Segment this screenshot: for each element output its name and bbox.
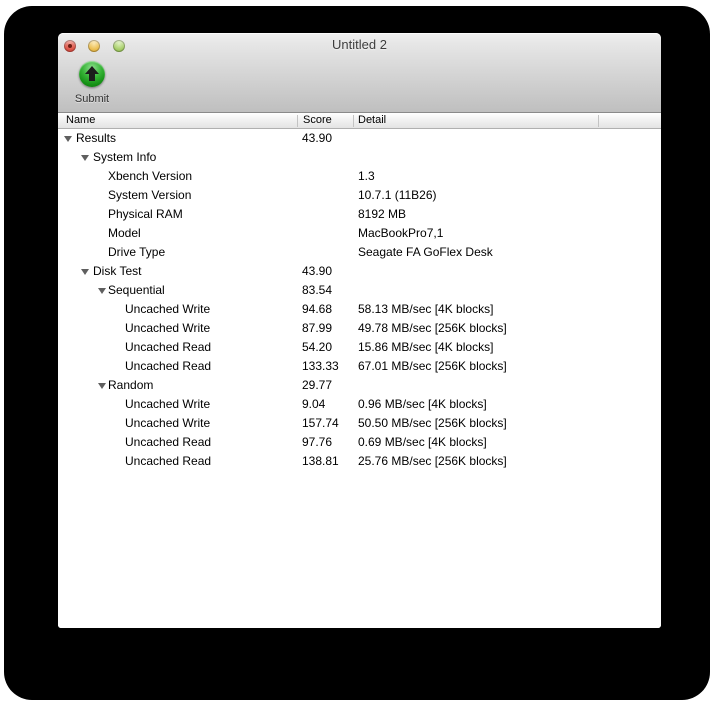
table-row[interactable]: Drive Type Seagate FA GoFlex Desk <box>58 243 661 262</box>
table-row[interactable]: Sequential 83.54 <box>58 281 661 300</box>
table-row[interactable]: System Version 10.7.1 (11B26) <box>58 186 661 205</box>
screenshot-canvas: Untitled 2 Submit Name Score Detail Resu… <box>0 0 718 708</box>
row-name: System Info <box>93 150 157 164</box>
column-divider[interactable] <box>297 115 298 127</box>
row-score: 157.74 <box>302 416 339 430</box>
row-detail: 49.78 MB/sec [256K blocks] <box>358 321 507 335</box>
column-header-score[interactable]: Score <box>303 113 332 128</box>
column-divider[interactable] <box>353 115 354 127</box>
window-title: Untitled 2 <box>332 37 387 52</box>
table-header: Name Score Detail <box>58 113 661 129</box>
row-detail: 0.69 MB/sec [4K blocks] <box>358 435 487 449</box>
row-score: 97.76 <box>302 435 333 449</box>
submit-button[interactable]: Submit <box>62 61 122 105</box>
row-score: 43.90 <box>302 131 333 145</box>
row-detail: 58.13 MB/sec [4K blocks] <box>358 302 494 316</box>
row-name: Physical RAM <box>108 207 183 221</box>
table-row[interactable]: Uncached Write 9.04 0.96 MB/sec [4K bloc… <box>58 395 661 414</box>
table-row[interactable]: Physical RAM 8192 MB <box>58 205 661 224</box>
row-score: 138.81 <box>302 454 339 468</box>
row-name: System Version <box>108 188 192 202</box>
row-score: 9.04 <box>302 397 326 411</box>
table-row[interactable]: Uncached Write 94.68 58.13 MB/sec [4K bl… <box>58 300 661 319</box>
row-name: Uncached Write <box>125 321 211 335</box>
row-name: Uncached Read <box>125 435 212 449</box>
row-name: Sequential <box>108 283 165 297</box>
table-row[interactable]: Xbench Version 1.3 <box>58 167 661 186</box>
xbench-results-window: Untitled 2 Submit Name Score Detail Resu… <box>58 33 661 628</box>
row-score: 133.33 <box>302 359 339 373</box>
row-name: Uncached Write <box>125 416 211 430</box>
row-detail: 8192 MB <box>358 207 407 221</box>
row-detail: 1.3 <box>358 169 375 183</box>
row-detail: 25.76 MB/sec [256K blocks] <box>358 454 507 468</box>
table-row[interactable]: Uncached Read 97.76 0.69 MB/sec [4K bloc… <box>58 433 661 452</box>
table-row[interactable]: Results 43.90 <box>58 129 661 148</box>
table-row[interactable]: Disk Test 43.90 <box>58 262 661 281</box>
table-row[interactable]: Model MacBookPro7,1 <box>58 224 661 243</box>
row-name: Drive Type <box>108 245 166 259</box>
table-row[interactable]: Uncached Read 138.81 25.76 MB/sec [256K … <box>58 452 661 471</box>
results-outline-view: Results 43.90 System Info Xbench Version… <box>58 129 661 628</box>
column-divider[interactable] <box>598 115 599 127</box>
row-detail: MacBookPro7,1 <box>358 226 444 240</box>
submit-button-label: Submit <box>74 93 110 105</box>
submit-up-arrow-icon <box>79 61 105 87</box>
table-row[interactable]: Random 29.77 <box>58 376 661 395</box>
row-name: Model <box>108 226 141 240</box>
row-score: 29.77 <box>302 378 333 392</box>
row-name: Xbench Version <box>108 169 193 183</box>
titlebar-toolbar[interactable]: Untitled 2 Submit <box>58 33 661 113</box>
row-detail: 10.7.1 (11B26) <box>358 188 437 202</box>
row-name: Results <box>76 131 117 145</box>
row-score: 87.99 <box>302 321 333 335</box>
table-row[interactable]: Uncached Write 157.74 50.50 MB/sec [256K… <box>58 414 661 433</box>
row-score: 83.54 <box>302 283 333 297</box>
row-name: Uncached Write <box>125 302 211 316</box>
row-name: Uncached Read <box>125 340 212 354</box>
column-header-detail[interactable]: Detail <box>358 113 386 128</box>
row-name: Disk Test <box>93 264 142 278</box>
table-row[interactable]: Uncached Write 87.99 49.78 MB/sec [256K … <box>58 319 661 338</box>
row-detail: 67.01 MB/sec [256K blocks] <box>358 359 507 373</box>
row-detail: Seagate FA GoFlex Desk <box>358 245 493 259</box>
row-name: Uncached Read <box>125 454 212 468</box>
row-detail: 0.96 MB/sec [4K blocks] <box>358 397 487 411</box>
row-score: 54.20 <box>302 340 333 354</box>
row-score: 43.90 <box>302 264 333 278</box>
table-row[interactable]: Uncached Read 54.20 15.86 MB/sec [4K blo… <box>58 338 661 357</box>
row-name: Uncached Write <box>125 397 211 411</box>
table-row[interactable]: Uncached Read 133.33 67.01 MB/sec [256K … <box>58 357 661 376</box>
row-detail: 15.86 MB/sec [4K blocks] <box>358 340 494 354</box>
row-score: 94.68 <box>302 302 333 316</box>
row-name: Random <box>108 378 154 392</box>
column-header-name[interactable]: Name <box>66 113 95 128</box>
row-detail: 50.50 MB/sec [256K blocks] <box>358 416 507 430</box>
row-name: Uncached Read <box>125 359 212 373</box>
table-row[interactable]: System Info <box>58 148 661 167</box>
